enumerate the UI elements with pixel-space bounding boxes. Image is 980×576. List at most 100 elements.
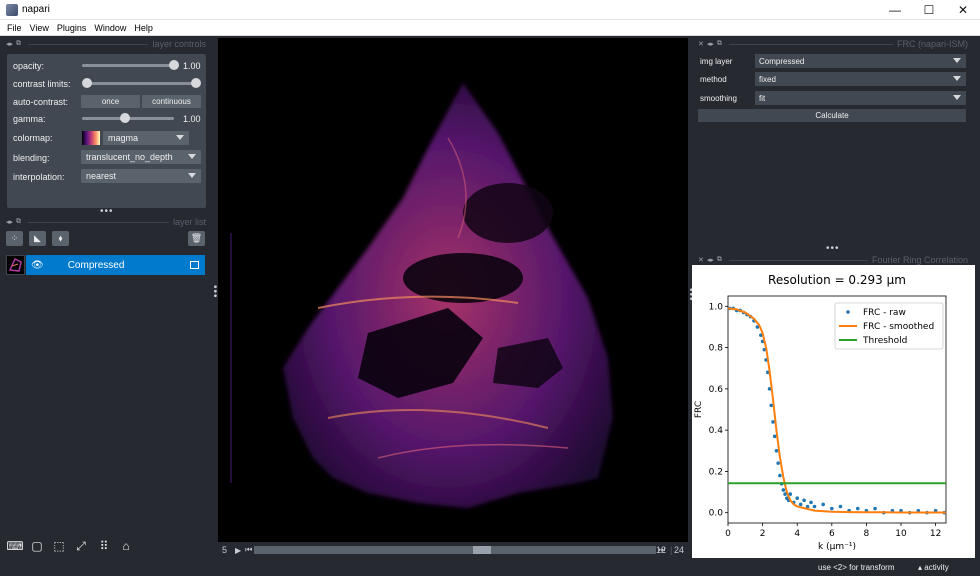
activity-label: activity: [924, 563, 949, 572]
float-dock-icon[interactable]: ◂▸: [6, 218, 13, 226]
cube-icon: ⬚: [53, 539, 65, 553]
contrast-max-handle[interactable]: [191, 78, 201, 88]
viewer-canvas[interactable]: [218, 38, 688, 542]
blending-select[interactable]: translucent_no_depth: [81, 150, 201, 164]
method-select[interactable]: fixed: [755, 72, 966, 86]
points-icon: ⁘: [10, 233, 19, 243]
play-fps-value[interactable]: 5: [222, 545, 227, 555]
layer-list-item[interactable]: 👁 Compressed: [6, 255, 205, 275]
interpolation-label: interpolation:: [13, 172, 65, 182]
activity-button[interactable]: ▴ activity: [918, 563, 949, 572]
chevron-up-icon: ▴: [918, 563, 923, 572]
dims-scrollbar[interactable]: [254, 546, 656, 554]
maximize-button[interactable]: ☐: [912, 0, 946, 20]
colormap-label: colormap:: [13, 133, 53, 143]
opacity-slider[interactable]: [82, 64, 174, 67]
legend-label: FRC - smoothed: [863, 322, 934, 332]
img-layer-select[interactable]: Compressed: [755, 54, 966, 68]
new-points-layer-button[interactable]: ⁘: [6, 231, 23, 246]
x-tick-label: 8: [864, 529, 870, 539]
interpolation-select[interactable]: nearest: [81, 169, 201, 183]
dims-scrollbar-thumb[interactable]: [473, 546, 491, 554]
title-bar: napari — ☐ ✕: [0, 0, 980, 20]
layer-controls-panel: opacity: 1.00 contrast limits: auto-cont…: [7, 54, 206, 208]
close-dock-icon[interactable]: ✕: [698, 256, 704, 264]
menu-plugins[interactable]: Plugins: [57, 23, 87, 33]
float-dock-icon[interactable]: ◂▸: [707, 40, 714, 48]
dock-handle-icon[interactable]: ⧉: [717, 256, 722, 264]
menu-window[interactable]: Window: [94, 23, 126, 33]
grid-view-button[interactable]: ⠿: [95, 537, 113, 555]
frc-raw-point: [873, 506, 877, 511]
transpose-button[interactable]: ⤢: [72, 537, 90, 555]
close-dock-icon[interactable]: ✕: [698, 40, 704, 48]
auto-contrast-once-button[interactable]: once: [81, 95, 140, 108]
close-button[interactable]: ✕: [946, 0, 980, 20]
window-title: napari: [22, 4, 50, 15]
shapes-icon: ◣: [34, 233, 41, 243]
magma-colormap-swatch: [82, 131, 100, 145]
frc-raw-point: [812, 504, 817, 509]
menu-view[interactable]: View: [30, 23, 49, 33]
layer-selected-row[interactable]: 👁 Compressed: [26, 255, 205, 275]
y-tick-label: 0.0: [709, 509, 724, 519]
frc-panel-title: FRC (napari-ISM): [896, 39, 968, 49]
layer-name[interactable]: Compressed: [68, 260, 125, 271]
layer-controls-title: layer controls: [152, 39, 206, 49]
step-back-icon[interactable]: ⏮: [245, 545, 252, 555]
play-icon[interactable]: ▶: [235, 546, 241, 555]
float-dock-icon[interactable]: ◂▸: [707, 256, 714, 264]
new-labels-layer-button[interactable]: ⬧: [52, 231, 69, 246]
blending-value: translucent_no_depth: [86, 152, 173, 162]
frc-raw-point: [781, 488, 786, 492]
new-shapes-layer-button[interactable]: ◣: [29, 231, 46, 246]
frc-raw-point: [795, 496, 800, 501]
contrast-limits-slider[interactable]: [87, 82, 197, 85]
colormap-select[interactable]: magma: [103, 131, 189, 145]
smoothing-row: smoothing fit: [700, 91, 966, 105]
blending-label: blending:: [13, 153, 50, 163]
menu-help[interactable]: Help: [134, 23, 153, 33]
console-button[interactable]: ⌨: [6, 537, 24, 555]
frc-panel-header: ✕ ◂▸ ⧉ FRC (napari-ISM): [698, 38, 968, 50]
legend-label: FRC - raw: [863, 308, 906, 318]
chevron-down-icon: [188, 154, 196, 159]
opacity-value: 1.00: [183, 61, 201, 71]
contrast-min-handle[interactable]: [82, 78, 92, 88]
toggle-ndisplay-button[interactable]: ▢: [28, 537, 46, 555]
auto-contrast-continuous-button[interactable]: continuous: [142, 95, 201, 108]
roll-dims-button[interactable]: ⬚: [50, 537, 68, 555]
dock-handle-icon[interactable]: ⧉: [16, 218, 21, 226]
grid-icon: ⠿: [99, 539, 109, 553]
calculate-button[interactable]: Calculate: [698, 109, 966, 122]
gamma-slider-handle[interactable]: [120, 113, 130, 123]
visibility-eye-icon[interactable]: 👁: [31, 260, 44, 271]
image-layer-type-icon: [190, 261, 199, 269]
float-dock-icon[interactable]: ◂▸: [6, 40, 13, 48]
square-icon: ▢: [31, 539, 43, 553]
frc-chart: Resolution = 0.293 µm 0 2 4 6 8 10 12 0.0 0.2 0.4 0…: [694, 273, 947, 552]
frc-raw-point: [798, 502, 803, 507]
y-axis-label: FRC: [694, 401, 704, 418]
terminal-icon: ⌨: [6, 539, 24, 553]
frc-plot: Resolution = 0.293 µm 0 2 4 6 8 10 12 0.0 0.2 0.4 0…: [692, 265, 975, 558]
smoothing-select[interactable]: fit: [755, 91, 966, 105]
splitter-handle-icon[interactable]: •••: [826, 243, 840, 254]
dock-handle-icon[interactable]: ⧉: [16, 40, 21, 48]
method-label: method: [700, 74, 727, 84]
minimize-button[interactable]: —: [878, 0, 912, 20]
layer-list-title: layer list: [172, 217, 206, 227]
dock-handle-icon[interactable]: ⧉: [717, 40, 722, 48]
frc-raw-point: [778, 473, 782, 478]
chevron-down-icon: [953, 95, 961, 100]
y-tick-label: 1.0: [709, 302, 724, 312]
label-tag-icon: ⬧: [58, 233, 63, 243]
delete-layer-button[interactable]: 🗑: [188, 231, 205, 246]
menu-file[interactable]: File: [7, 23, 22, 33]
smoothing-value: fit: [759, 93, 766, 103]
opacity-slider-handle[interactable]: [169, 60, 179, 70]
frc-raw-point: [774, 448, 779, 453]
reset-view-button[interactable]: ⌂: [117, 537, 135, 555]
gamma-value: 1.00: [183, 114, 201, 124]
layer-thumbnail-image: [8, 257, 22, 272]
